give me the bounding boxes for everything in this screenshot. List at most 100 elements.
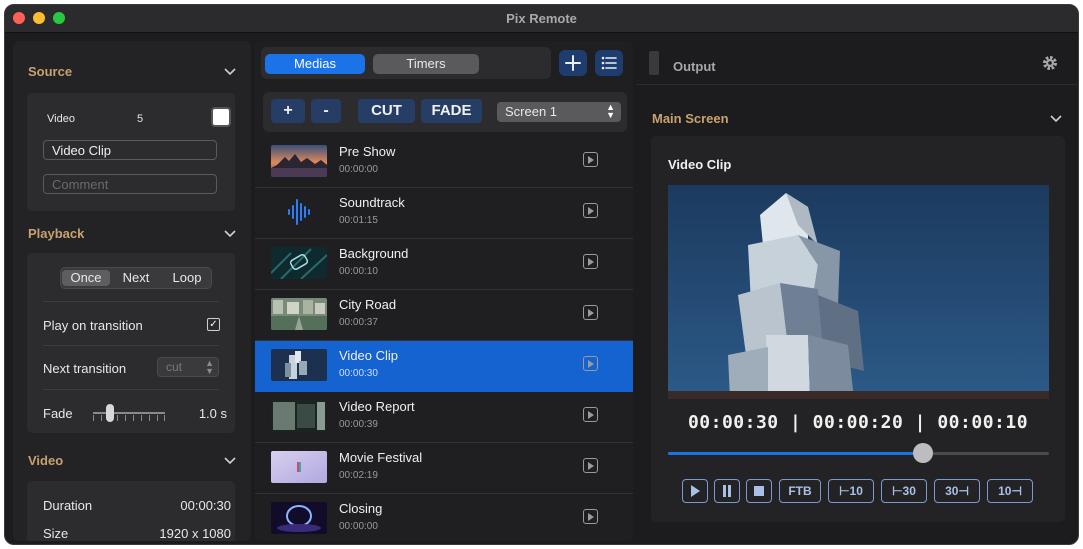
fade-value: 1.0 s (198, 406, 227, 421)
list-item[interactable]: Video Report 00:00:39 (255, 392, 633, 443)
main-screen-title: Main Screen (652, 111, 729, 126)
slider-tick (93, 415, 94, 421)
list-item[interactable]: Movie Festival 00:02:19 (255, 443, 633, 494)
source-section-header[interactable]: Source (13, 61, 251, 83)
skip-back-30-label: 30 (902, 484, 916, 498)
media-time: 00:02:19 (339, 470, 378, 481)
fade-slider[interactable] (93, 403, 167, 423)
ftb-button[interactable]: FTB (779, 479, 821, 503)
next-transition-select[interactable]: cut ▲ ▼ (157, 357, 219, 377)
chevron-updown-icon: ▲ ▼ (606, 102, 615, 120)
media-name: Closing (339, 501, 383, 516)
slider-tick (141, 415, 142, 421)
play-icon[interactable] (583, 509, 598, 524)
main-screen-box: Video Clip 00:00:30 | 00:00:20 | 00:00:1… (651, 136, 1065, 522)
playback-box: Once Next Loop Play on transition ✓ Next… (27, 253, 235, 433)
playback-section-header[interactable]: Playback (13, 223, 251, 245)
list-item[interactable]: Soundtrack 00:01:15 (255, 188, 633, 239)
video-section-title: Video (28, 453, 64, 468)
name-field[interactable]: Video Clip (43, 140, 217, 160)
mode-loop-button[interactable]: Loop (162, 270, 212, 286)
screen-select[interactable]: Screen 1 ▲ ▼ (497, 102, 621, 122)
media-panel: Medias Timers + - CUT FADE Screen 1 ▲▼ (255, 41, 633, 541)
play-icon[interactable] (583, 407, 598, 422)
media-time: 00:00:00 (339, 521, 378, 532)
skip-back-10-label: 10 (849, 484, 863, 498)
add-button[interactable]: + (271, 99, 305, 123)
color-well[interactable] (211, 107, 231, 127)
app-window: Pix Remote Source Video 5 Video Clip Com… (4, 4, 1079, 545)
list-item-selected[interactable]: Video Clip 00:00:30 (255, 341, 633, 392)
screen-select-value: Screen 1 (505, 104, 558, 119)
media-name: Pre Show (339, 144, 396, 159)
play-on-transition-label: Play on transition (43, 318, 143, 333)
add-media-button[interactable] (559, 50, 587, 76)
play-icon[interactable] (583, 152, 598, 167)
skip-forward-icon: ⊣ (958, 484, 969, 498)
list-view-button[interactable] (595, 50, 623, 76)
skip-back-30-button[interactable]: ⊢30 (881, 479, 927, 503)
media-name: City Road (339, 297, 397, 312)
fade-slider-track (93, 412, 165, 414)
media-name: Video Report (339, 399, 415, 414)
list-item[interactable]: City Road 00:00:37 (255, 290, 633, 341)
play-icon[interactable] (583, 458, 598, 473)
divider (43, 345, 219, 346)
chevron-down-icon[interactable] (223, 65, 237, 79)
list-item[interactable]: Pre Show 00:00:00 (255, 137, 633, 188)
skip-back-10-button[interactable]: ⊢10 (828, 479, 874, 503)
playback-section-title: Playback (28, 226, 85, 241)
chevron-down-icon[interactable] (1049, 112, 1063, 126)
output-title: Output (673, 59, 716, 74)
media-name: Background (339, 246, 409, 261)
stop-button[interactable] (746, 479, 772, 503)
media-time: 00:00:10 (339, 266, 378, 277)
preview-title: Video Clip (668, 157, 732, 172)
size-value: 1920 x 1080 (159, 526, 231, 541)
remove-button[interactable]: - (311, 99, 341, 123)
slider-tick (157, 415, 158, 421)
media-name: Video Clip (339, 348, 399, 363)
tab-medias[interactable]: Medias (265, 54, 365, 74)
play-button[interactable] (682, 479, 708, 503)
play-on-transition-checkbox[interactable]: ✓ (207, 318, 220, 331)
list-icon (601, 56, 617, 70)
slider-tick (125, 415, 126, 421)
chevron-down-icon[interactable] (223, 227, 237, 241)
chevron-down-icon[interactable] (223, 454, 237, 468)
fade-button[interactable]: FADE (421, 99, 482, 123)
play-icon[interactable] (583, 254, 598, 269)
divider (43, 389, 219, 390)
fade-slider-knob[interactable] (105, 404, 114, 422)
comment-field[interactable]: Comment (43, 174, 217, 194)
output-marker (649, 51, 659, 75)
next-transition-value: cut (166, 360, 183, 374)
skip-forward-10-button[interactable]: 10⊣ (987, 479, 1033, 503)
media-thumbnail (271, 298, 327, 330)
play-icon (691, 485, 700, 497)
divider (43, 301, 219, 302)
slider-tick (101, 415, 102, 421)
slider-tick (149, 415, 150, 421)
list-item[interactable]: Background 00:00:10 (255, 239, 633, 290)
list-item[interactable]: Closing 00:00:00 (255, 494, 633, 541)
cut-button[interactable]: CUT (358, 99, 415, 123)
mode-once-button[interactable]: Once (62, 270, 110, 286)
progress-knob[interactable] (913, 443, 934, 463)
gear-icon[interactable] (1041, 54, 1059, 72)
media-name: Soundtrack (339, 195, 405, 210)
playback-mode-segmented: Once Next Loop (60, 267, 212, 289)
source-section-title: Source (28, 64, 73, 79)
media-thumbnail (271, 145, 327, 177)
video-section-header[interactable]: Video (13, 450, 251, 472)
next-transition-label: Next transition (43, 361, 127, 376)
skip-forward-30-button[interactable]: 30⊣ (934, 479, 980, 503)
tab-timers[interactable]: Timers (373, 54, 479, 74)
play-icon[interactable] (583, 203, 598, 218)
pause-button[interactable] (714, 479, 740, 503)
play-icon[interactable] (583, 356, 598, 371)
progress-slider[interactable] (668, 443, 1049, 463)
output-header: Output (637, 41, 1077, 85)
play-icon[interactable] (583, 305, 598, 320)
mode-next-button[interactable]: Next (112, 270, 160, 286)
